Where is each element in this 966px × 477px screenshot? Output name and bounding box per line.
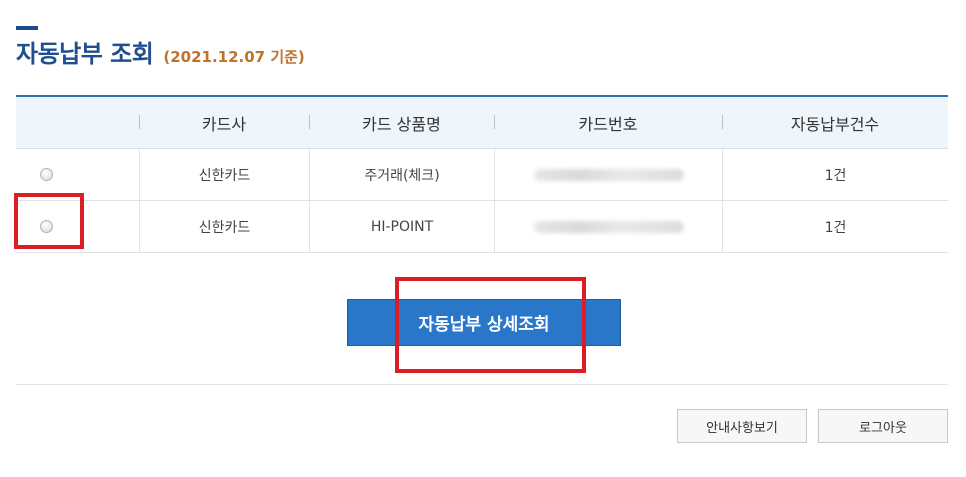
card-product: HI-POINT xyxy=(309,201,494,252)
table-row[interactable]: 신한카드 주거래(체크) 1건 xyxy=(16,149,948,201)
card-number-blurred xyxy=(494,149,722,200)
autopay-count: 1건 xyxy=(722,149,948,200)
detail-button-highlight-box xyxy=(395,277,586,373)
logout-button[interactable]: 로그아웃 xyxy=(818,409,948,443)
page-title: 자동납부 조회 xyxy=(16,40,154,68)
card-company: 신한카드 xyxy=(139,201,309,252)
blurred-card-number xyxy=(533,168,684,181)
column-header-product: 카드 상품명 xyxy=(309,97,494,148)
page-header: 자동납부 조회 (2021.12.07 기준) xyxy=(16,34,305,68)
card-number-blurred xyxy=(494,201,722,252)
column-header-count: 자동납부건수 xyxy=(722,97,948,148)
title-accent-bar xyxy=(16,26,38,30)
column-header-card-number: 카드번호 xyxy=(494,97,722,148)
column-header-select xyxy=(16,97,139,148)
autopay-card-table: 카드사 카드 상품명 카드번호 자동납부건수 신한카드 주거래(체크) 1건 신… xyxy=(16,95,948,253)
column-header-company: 카드사 xyxy=(139,97,309,148)
table-header-row: 카드사 카드 상품명 카드번호 자동납부건수 xyxy=(16,97,948,149)
radio-highlight-box xyxy=(14,193,84,249)
card-company: 신한카드 xyxy=(139,149,309,200)
row-radio-button[interactable] xyxy=(40,168,53,181)
table-row[interactable]: 신한카드 HI-POINT 1건 xyxy=(16,201,948,253)
blurred-card-number xyxy=(533,220,684,233)
autopay-count: 1건 xyxy=(722,201,948,252)
page-subtitle-date: (2021.12.07 기준) xyxy=(163,48,305,66)
card-product: 주거래(체크) xyxy=(309,149,494,200)
notice-button[interactable]: 안내사항보기 xyxy=(677,409,807,443)
section-divider xyxy=(16,384,948,385)
